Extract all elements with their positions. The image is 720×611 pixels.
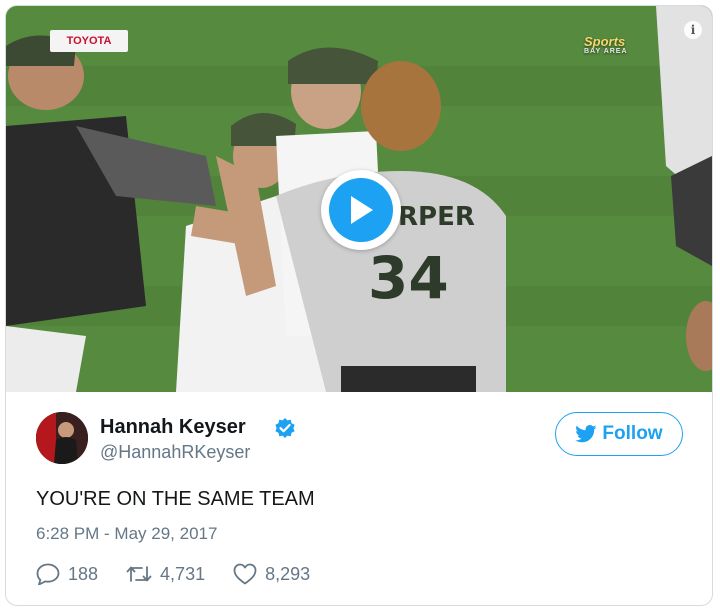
reply-icon — [36, 563, 60, 585]
follow-label: Follow — [602, 423, 663, 444]
info-icon[interactable]: i — [684, 21, 702, 39]
tweet-actions: 188 4,731 8,293 — [36, 562, 338, 586]
verified-badge-icon — [275, 418, 295, 438]
like-count: 8,293 — [265, 563, 311, 584]
avatar[interactable] — [36, 412, 88, 464]
reply-count: 188 — [68, 563, 99, 584]
sponsor-label: TOYOTA — [66, 35, 112, 47]
retweet-count: 4,731 — [160, 563, 206, 584]
user-name[interactable]: Hannah Keyser — [100, 416, 246, 439]
tweet-card: RPER 34 TOYOTA Sports BAY AREA i Hannah … — [5, 5, 713, 606]
follow-button[interactable]: Follow — [555, 412, 683, 456]
user-handle[interactable]: @HannahRKeyser — [100, 442, 250, 463]
network-sublabel: BAY AREA — [584, 48, 628, 55]
tweet-text: YOU'RE ON THE SAME TEAM — [36, 488, 315, 510]
play-icon — [351, 196, 373, 224]
jersey-number: 34 — [368, 244, 449, 312]
network-logo: Sports BAY AREA — [584, 34, 628, 55]
twitter-bird-icon — [575, 425, 597, 443]
retweet-icon — [126, 566, 152, 582]
sponsor-logo: TOYOTA — [50, 30, 128, 52]
tweet-timestamp[interactable]: 6:28 PM - May 29, 2017 — [36, 524, 217, 544]
like-action[interactable]: 8,293 — [233, 563, 310, 585]
retweet-action[interactable]: 4,731 — [126, 563, 205, 585]
play-button[interactable] — [321, 170, 401, 250]
reply-action[interactable]: 188 — [36, 563, 98, 585]
video-media[interactable]: RPER 34 TOYOTA Sports BAY AREA i — [6, 6, 712, 392]
network-label: Sports — [584, 34, 626, 49]
jersey-name: RPER — [398, 202, 475, 232]
avatar-image — [36, 412, 88, 464]
heart-icon — [233, 563, 257, 585]
